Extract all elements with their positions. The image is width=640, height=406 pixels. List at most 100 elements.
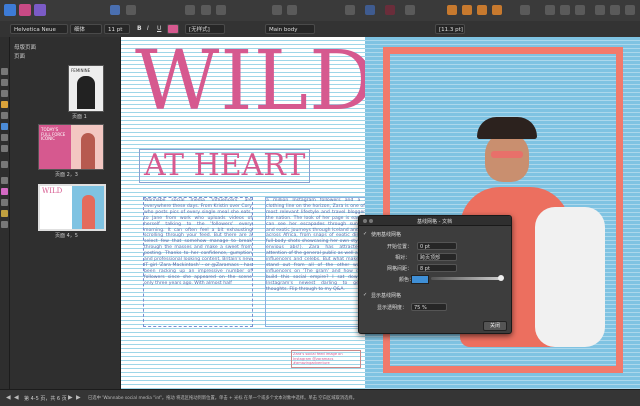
- boolean-intersect-icon[interactable]: [575, 5, 585, 15]
- leading-field[interactable]: [11.3 pt]: [435, 24, 465, 34]
- insert-text-frame-icon[interactable]: [185, 5, 195, 15]
- status-bar: ◀ ◀ 第 4-5 页，共 6 页 ▶ ▶ 已选中 'Wannabe socia…: [0, 389, 640, 406]
- color-opacity-slider[interactable]: [431, 277, 501, 280]
- page-thumbnail-4-5-label: 页面 4，5: [55, 233, 78, 239]
- prev-page-icon[interactable]: ◀: [14, 394, 19, 401]
- table-tool-icon[interactable]: [1, 134, 8, 141]
- boolean-divide-icon[interactable]: [610, 5, 620, 15]
- relative-select[interactable]: 跨页顶部: [417, 253, 457, 261]
- baseline-grid-dialog: 基线网格 - 文档 ✓ 使用基线网格 开始位置： 0 pt 相对： 跨页顶部 网…: [358, 215, 512, 334]
- paragraph-style-field[interactable]: Main body: [265, 24, 315, 34]
- character-style-field[interactable]: [无样式]: [185, 24, 225, 34]
- view-mode-icon[interactable]: [365, 5, 375, 15]
- last-page-icon[interactable]: ▶: [76, 394, 81, 401]
- photo-caption[interactable]: Zara's social feed image on Instagram @z…: [291, 350, 361, 368]
- arrange-front-icon[interactable]: [447, 5, 457, 15]
- model-hair: [477, 117, 537, 139]
- move-tool-icon[interactable]: [1, 68, 8, 75]
- boolean-subtract-icon[interactable]: [560, 5, 570, 15]
- bold-button[interactable]: B: [137, 24, 142, 34]
- font-family-field[interactable]: Helvetica Neue: [10, 24, 68, 34]
- display-opacity-field[interactable]: 75 %: [411, 303, 447, 311]
- next-page-icon[interactable]: ▶: [68, 394, 73, 401]
- insert-table-icon[interactable]: [216, 5, 226, 15]
- text-color-swatch[interactable]: [167, 24, 179, 34]
- document-icon[interactable]: [126, 5, 136, 15]
- close-button[interactable]: 关闭: [483, 321, 507, 331]
- opacity-label: 显示透明度：: [377, 305, 408, 311]
- left-page[interactable]: WILD AT HEART Wannabe social media 'infl…: [121, 37, 375, 389]
- dialog-minimize-dot-icon[interactable]: [369, 218, 373, 223]
- preflight-icon[interactable]: [110, 5, 120, 15]
- document-canvas[interactable]: WILD AT HEART Wannabe social media 'infl…: [121, 37, 640, 389]
- designer-persona-icon[interactable]: [4, 4, 16, 16]
- page-thumbnail-4-5[interactable]: WILD: [38, 184, 106, 231]
- main-toolbar: [0, 0, 640, 22]
- arrange-backward-icon[interactable]: [477, 5, 487, 15]
- node-tool-icon[interactable]: [1, 79, 8, 86]
- transform-icon[interactable]: [520, 5, 530, 15]
- color-opacity-slider-handle[interactable]: [498, 275, 504, 281]
- boolean-xor-icon[interactable]: [595, 5, 605, 15]
- body-column-1[interactable]: Wannabe social media 'influencers' are e…: [143, 197, 253, 327]
- transparency-tool-icon[interactable]: [1, 199, 8, 206]
- photo-background: [365, 37, 640, 389]
- dialog-titlebar: 基线网格 - 文档: [359, 216, 511, 226]
- status-hint: 已选中 'Wannabe social media "inf'。拖动 将选区拖动…: [88, 395, 358, 401]
- context-toolbar: Helvetica Neue 细体 11 pt B I U [无样式] Main…: [0, 21, 640, 38]
- fill-tool-icon[interactable]: [1, 188, 8, 195]
- zoom-tool-icon[interactable]: [1, 221, 8, 228]
- page-thumbnail-1[interactable]: FEMININE: [68, 65, 104, 112]
- first-page-icon[interactable]: ◀: [6, 394, 11, 401]
- arrange-forward-icon[interactable]: [462, 5, 472, 15]
- frame-text-tool-icon[interactable]: [1, 123, 8, 130]
- place-image-icon[interactable]: [272, 5, 282, 15]
- right-page[interactable]: [365, 37, 640, 389]
- publisher-persona-icon[interactable]: [34, 4, 46, 16]
- snapping-options-icon[interactable]: [405, 5, 415, 15]
- arrange-back-icon[interactable]: [492, 5, 502, 15]
- thumb3-figure: [82, 195, 95, 229]
- page-indicator: 第 4-5 页，共 6 页: [24, 395, 67, 402]
- page-thumbnail-1-label: 页面 1: [72, 114, 87, 120]
- subheadline[interactable]: AT HEART: [139, 149, 311, 183]
- grid-spacing-field[interactable]: 8 pt: [417, 264, 457, 272]
- spacing-label: 网格间距：: [387, 266, 413, 272]
- font-style-field[interactable]: 细体: [70, 24, 102, 34]
- model-white-coat: [535, 207, 605, 347]
- pencil-tool-icon[interactable]: [1, 101, 8, 108]
- align-icon[interactable]: [287, 5, 297, 15]
- grid-color-swatch[interactable]: [411, 275, 429, 284]
- start-position-field[interactable]: 0 pt: [417, 242, 457, 250]
- pages-section[interactable]: 页面: [14, 52, 25, 60]
- crop-tool-icon[interactable]: [1, 161, 8, 168]
- page-thumbnail-2-3-label: 页面 2，3: [55, 172, 78, 178]
- master-pages-section[interactable]: 母版页面: [14, 43, 36, 51]
- tools-panel: [0, 37, 10, 389]
- show-grid-checkbox[interactable]: ✓: [363, 292, 367, 298]
- insert-picture-icon[interactable]: [201, 5, 211, 15]
- headline[interactable]: WILD: [135, 39, 376, 125]
- pen-tool-icon[interactable]: [1, 112, 8, 119]
- page-thumbnail-2-3[interactable]: TODAY'S FULL FORCE ICONIC: [38, 124, 104, 170]
- italic-button[interactable]: I: [147, 24, 149, 34]
- artistic-text-tool-icon[interactable]: [1, 90, 8, 97]
- dialog-title: 基线网格 - 文档: [417, 218, 452, 225]
- show-grid-label: 显示基线网格: [371, 293, 402, 299]
- snapping-icon[interactable]: [385, 5, 395, 15]
- use-grid-label: 使用基线网格: [371, 232, 402, 238]
- use-grid-checkbox[interactable]: ✓: [363, 231, 367, 237]
- boolean-add-icon[interactable]: [545, 5, 555, 15]
- undo-icon[interactable]: [345, 5, 355, 15]
- settings-icon[interactable]: [625, 5, 635, 15]
- dialog-close-dot-icon[interactable]: [363, 218, 367, 223]
- model-sunglasses: [491, 151, 523, 158]
- thumb1-figure: [77, 76, 95, 109]
- thumb2-title: TODAY'S FULL FORCE ICONIC: [41, 127, 66, 142]
- font-size-field[interactable]: 11 pt: [104, 24, 130, 34]
- color-picker-icon[interactable]: [1, 210, 8, 217]
- place-tool-icon[interactable]: [1, 177, 8, 184]
- picture-frame-tool-icon[interactable]: [1, 145, 8, 152]
- underline-button[interactable]: U: [157, 24, 161, 34]
- photo-persona-icon[interactable]: [19, 4, 31, 16]
